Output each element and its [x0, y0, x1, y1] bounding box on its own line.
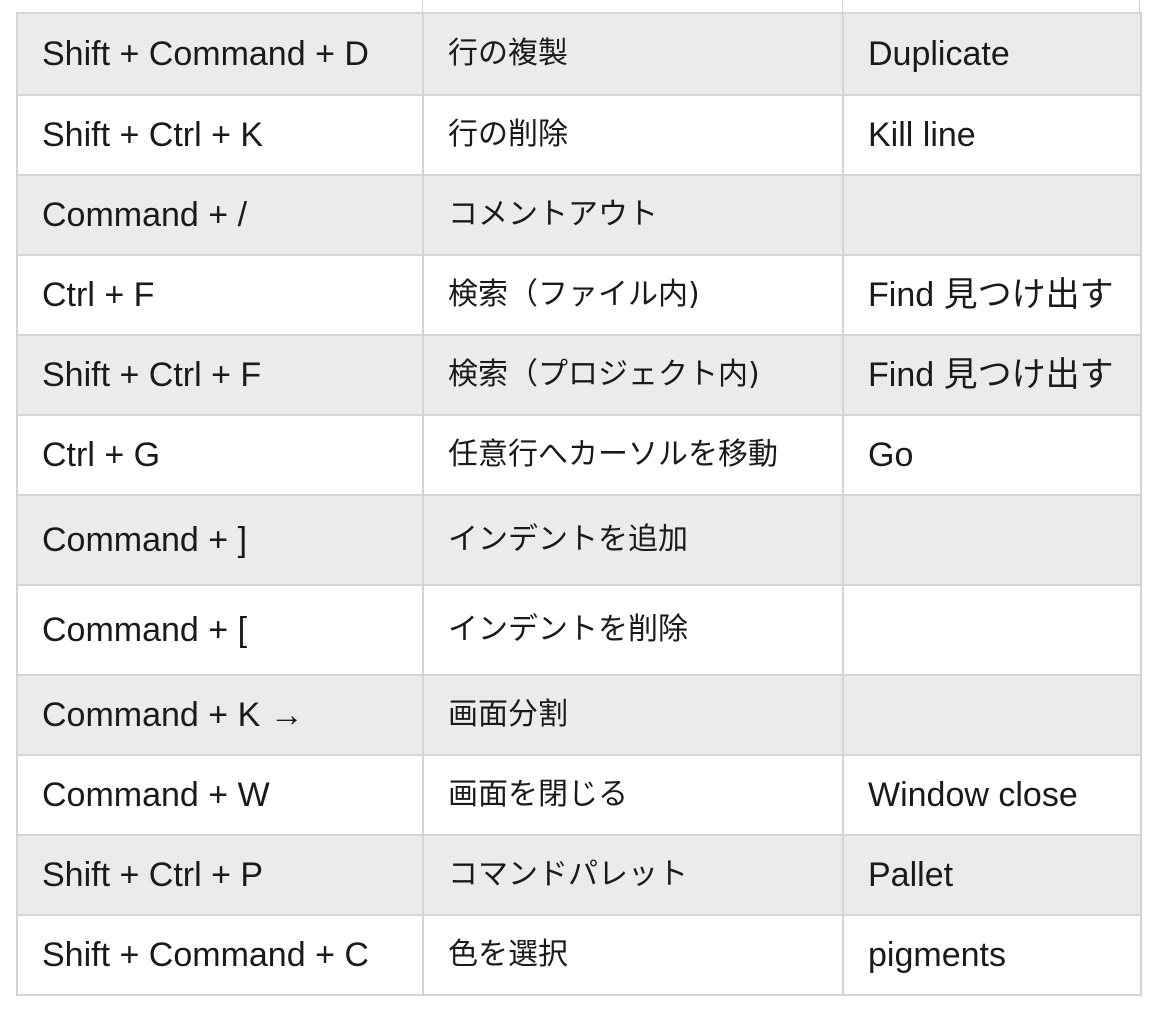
- shortcut-cell: Command + /: [16, 174, 424, 256]
- description-cell: 色を選択: [422, 914, 844, 996]
- description-cell: インデントを追加: [422, 494, 844, 586]
- mnemonic-cell: [842, 584, 1142, 676]
- shortcut-cell: Command + ]: [16, 494, 424, 586]
- shortcut-cell: Command + [: [16, 584, 424, 676]
- mnemonic-cell: Pallet: [842, 834, 1142, 916]
- description-cell: 行の削除: [422, 94, 844, 176]
- table-row: Command + K → 画面分割: [16, 674, 1142, 756]
- description-cell: インデントを削除: [422, 584, 844, 676]
- shortcut-cell: Shift + Ctrl + P: [16, 834, 424, 916]
- mnemonic-cell: Go: [842, 414, 1142, 496]
- description-cell: 任意行へカーソルを移動: [422, 414, 844, 496]
- mnemonic-cell: pigments: [842, 914, 1142, 996]
- description-cell: コメントアウト: [422, 174, 844, 256]
- shortcut-cell: Shift + Command + D: [16, 12, 424, 96]
- mnemonic-cell: Duplicate: [842, 12, 1142, 96]
- shortcut-cell: Command + K →: [16, 674, 424, 756]
- table-row: Command + ] インデントを追加: [16, 494, 1142, 586]
- column-divider: [1139, 0, 1140, 12]
- table-row: Shift + Ctrl + F 検索（プロジェクト内) Find 見つけ出す: [16, 334, 1142, 416]
- description-cell: 検索（ファイル内): [422, 254, 844, 336]
- description-cell: 画面分割: [422, 674, 844, 756]
- shortcut-cell: Ctrl + G: [16, 414, 424, 496]
- table-row: Shift + Command + C 色を選択 pigments: [16, 914, 1142, 996]
- shortcut-cell: Command + W: [16, 754, 424, 836]
- table-row: Command + [ インデントを削除: [16, 584, 1142, 676]
- table-row: Ctrl + F 検索（ファイル内) Find 見つけ出す: [16, 254, 1142, 336]
- shortcut-table: Shift + Command + D 行の複製 Duplicate Shift…: [16, 12, 1142, 996]
- mnemonic-cell: [842, 174, 1142, 256]
- table-row: Shift + Ctrl + P コマンドパレット Pallet: [16, 834, 1142, 916]
- shortcut-cell: Ctrl + F: [16, 254, 424, 336]
- shortcut-cell: Shift + Command + C: [16, 914, 424, 996]
- description-cell: コマンドパレット: [422, 834, 844, 916]
- table-row: Command + / コメントアウト: [16, 174, 1142, 256]
- description-cell: 検索（プロジェクト内): [422, 334, 844, 416]
- table-row: Ctrl + G 任意行へカーソルを移動 Go: [16, 414, 1142, 496]
- description-cell: 行の複製: [422, 12, 844, 96]
- mnemonic-cell: Window close: [842, 754, 1142, 836]
- mnemonic-cell: [842, 494, 1142, 586]
- shortcut-cell: Shift + Ctrl + K: [16, 94, 424, 176]
- mnemonic-cell: Kill line: [842, 94, 1142, 176]
- shortcut-cell: Shift + Ctrl + F: [16, 334, 424, 416]
- mnemonic-cell: [842, 674, 1142, 756]
- column-divider: [422, 0, 423, 12]
- mnemonic-cell: Find 見つけ出す: [842, 254, 1142, 336]
- description-cell: 画面を閉じる: [422, 754, 844, 836]
- column-divider: [842, 0, 843, 12]
- table-top-continuation: [16, 0, 1140, 12]
- mnemonic-cell: Find 見つけ出す: [842, 334, 1142, 416]
- table-row: Command + W 画面を閉じる Window close: [16, 754, 1142, 836]
- table-row: Shift + Ctrl + K 行の削除 Kill line: [16, 94, 1142, 176]
- table-row: Shift + Command + D 行の複製 Duplicate: [16, 12, 1142, 96]
